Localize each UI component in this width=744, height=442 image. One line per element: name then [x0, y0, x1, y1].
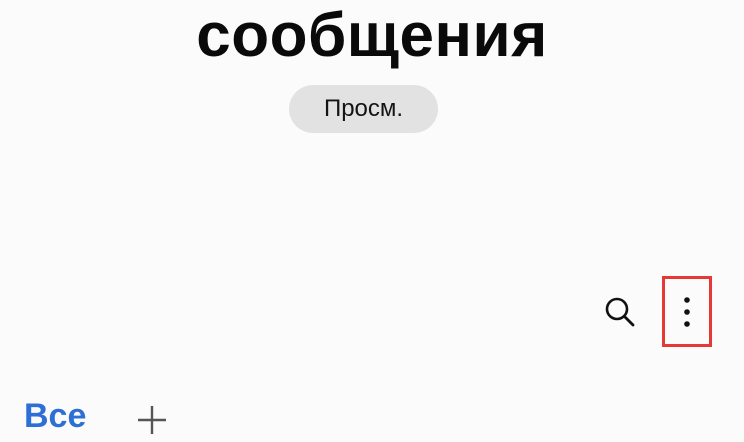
search-icon: [605, 297, 635, 327]
view-button[interactable]: Просм.: [289, 85, 438, 133]
search-button[interactable]: [600, 292, 640, 332]
plus-icon: [138, 406, 166, 434]
page-title: сообщения: [196, 1, 548, 70]
add-tab-button[interactable]: [135, 403, 169, 437]
tab-all[interactable]: Все: [24, 396, 86, 436]
more-options-button[interactable]: [662, 276, 712, 347]
view-button-label: Просм.: [323, 95, 404, 122]
more-vertical-icon: [684, 296, 690, 327]
